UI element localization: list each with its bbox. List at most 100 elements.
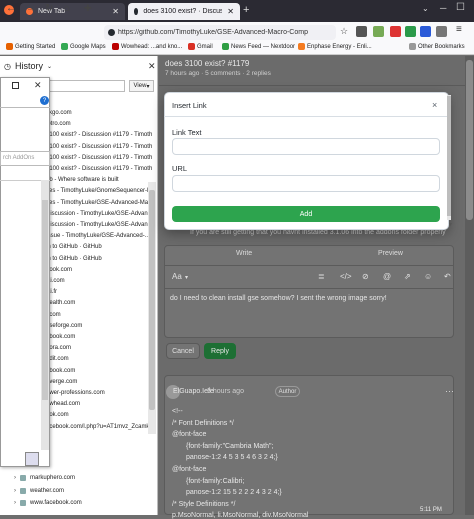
tab-preview[interactable]: Preview: [378, 250, 403, 257]
maximize-window-icon[interactable]: ☐: [456, 2, 465, 13]
new-tab-button[interactable]: +: [243, 4, 249, 16]
bookmark-enphase[interactable]: Enphase Energy - Enli...: [298, 43, 372, 50]
history-item[interactable]: 3100 exist? - Discussion #1179 - Timoth: [46, 132, 152, 138]
back-icon[interactable]: ←: [6, 3, 16, 14]
reference-icon[interactable]: ⇗: [404, 272, 411, 281]
history-item[interactable]: Issue - TimothyLuke/GSE-Advanced-...: [46, 233, 150, 239]
bookmark-star-icon[interactable]: ☆: [340, 26, 348, 37]
scroll-down-arrow-icon[interactable]: ▼: [448, 222, 453, 228]
undo-icon[interactable]: ↶: [444, 272, 451, 281]
history-folder-item[interactable]: › www.facebook.com: [14, 500, 82, 506]
download-icon[interactable]: [373, 26, 384, 37]
code-line: p.MsoNormal, li.MsoNormal, div.MsoNormal: [172, 512, 309, 519]
document-icon[interactable]: [25, 452, 39, 466]
page-scrollbar-thumb[interactable]: [466, 60, 473, 220]
close-sidebar-icon[interactable]: ✕: [148, 61, 156, 72]
history-item[interactable]: in to GitHub · GitHub: [46, 256, 102, 262]
firefox-bookmark-icon: [6, 43, 13, 50]
tab-discussion[interactable]: does 3100 exist? · Discussion #1179 · ..…: [128, 3, 240, 20]
history-item[interactable]: ebook.com: [46, 368, 75, 374]
extension-icon[interactable]: ✚: [84, 3, 92, 14]
bookmark-other[interactable]: Other Bookmarks: [409, 43, 465, 50]
more-options-icon[interactable]: ···: [445, 386, 454, 396]
code-line: {font-family:"Cambria Math";: [186, 442, 274, 450]
close-tab-icon[interactable]: ✕: [112, 7, 119, 16]
maximize-icon[interactable]: [12, 82, 19, 89]
reply-button[interactable]: Reply: [204, 343, 236, 359]
history-item[interactable]: ses - TimothyLuke/GSE-Advanced-Mac: [46, 200, 151, 206]
list-all-tabs-icon[interactable]: ⌄: [422, 4, 429, 13]
reload-icon[interactable]: ↻: [45, 3, 53, 14]
dialog-title: Insert Link: [172, 101, 207, 110]
sidebar-scrollbar-thumb[interactable]: [149, 190, 155, 410]
reply-textarea[interactable]: do I need to clean install gse somehow? …: [170, 295, 387, 302]
author-badge: Author: [275, 386, 300, 397]
chevron-right-icon[interactable]: ›: [14, 488, 16, 494]
text-size-icon[interactable]: Aa: [172, 272, 182, 281]
history-folder-item[interactable]: › weather.com: [14, 487, 64, 494]
url-text: https://github.com/TimothyLuke/GSE-Advan…: [118, 29, 308, 36]
dropdown-caret-icon[interactable]: ▾: [185, 274, 188, 281]
code-icon[interactable]: </>: [340, 272, 352, 281]
extensions-puzzle-icon[interactable]: [436, 26, 447, 37]
cancel-button[interactable]: Cancel: [166, 343, 200, 359]
bookmark-google-maps[interactable]: Google Maps: [61, 43, 106, 50]
view-label: View: [133, 83, 147, 89]
taskbar-clock: 5:11 PM: [420, 507, 442, 513]
history-item[interactable]: Discussion - TimothyLuke/GSE-Advanc: [46, 222, 151, 228]
address-bar[interactable]: https://github.com/TimothyLuke/GSE-Advan…: [104, 25, 336, 40]
forward-icon[interactable]: →: [26, 3, 36, 14]
history-item[interactable]: 3100 exist? - Discussion #1179 - Timoth: [46, 144, 152, 150]
pocket-icon[interactable]: [356, 26, 367, 37]
addons-search-input[interactable]: rch AddOns: [0, 151, 50, 166]
bookmark-gmail[interactable]: Gmail: [188, 43, 213, 50]
sidebar-header[interactable]: ◷ History ⌄: [0, 56, 158, 76]
dialog-scrollbar-thumb[interactable]: [447, 96, 451, 216]
bookmark-nextdoor[interactable]: News Feed — Nextdoor: [222, 43, 295, 50]
menu-icon[interactable]: ≡: [456, 24, 462, 35]
history-item[interactable]: 3100 exist? - Discussion #1179 - Timoth: [46, 155, 152, 161]
history-item[interactable]: owhead.com: [46, 401, 80, 407]
history-item[interactable]: ebook.com: [46, 334, 75, 340]
saved-reply-icon[interactable]: ☺: [424, 272, 432, 281]
history-item[interactable]: useforge.com: [46, 323, 82, 329]
tab-write[interactable]: Write: [236, 250, 252, 257]
history-item[interactable]: ses - TimothyLuke/GnomeSequencer-E: [46, 188, 151, 194]
code-line: panose-1:2 15 5 2 2 2 4 3 2 4;}: [186, 489, 282, 497]
home-icon[interactable]: ⌂: [64, 3, 70, 14]
history-item[interactable]: ub - Where software is built: [46, 177, 119, 183]
add-button[interactable]: Add: [172, 206, 440, 222]
history-item[interactable]: Discussion - TimothyLuke/GSE-Advanc: [46, 211, 151, 217]
history-item[interactable]: everge.com: [46, 379, 77, 385]
addon-green-icon[interactable]: [405, 26, 416, 37]
history-item[interactable]: acebook.com/l.php?u=AT1mvz_Zcamk0: [46, 424, 153, 430]
mini-scrollbar-thumb[interactable]: [42, 200, 48, 400]
view-button[interactable]: View ▾: [129, 80, 154, 92]
history-item[interactable]: health.com: [46, 300, 75, 306]
link-text-input[interactable]: [172, 138, 440, 155]
url-input[interactable]: [172, 175, 440, 192]
history-folder-item[interactable]: › markuphero.com: [14, 475, 75, 481]
addon-blue-icon[interactable]: [420, 26, 431, 37]
minimize-window-icon[interactable]: ─: [440, 3, 446, 13]
chevron-right-icon[interactable]: ›: [14, 500, 16, 506]
heading-icon[interactable]: ≣: [318, 272, 325, 281]
link-icon[interactable]: ⊘: [362, 272, 369, 281]
bookmark-label: Other Bookmarks: [418, 43, 465, 50]
help-icon[interactable]: ?: [40, 96, 49, 105]
github-site-icon: [108, 29, 115, 36]
code-line: panose-1:2 4 5 3 5 4 6 3 2 4;}: [186, 454, 278, 462]
addon-red-icon[interactable]: [390, 26, 401, 37]
tab-label: does 3100 exist? · Discussion #1179 · ..…: [143, 8, 223, 15]
mention-icon[interactable]: @: [383, 272, 391, 281]
close-tab-icon[interactable]: ✕: [227, 7, 234, 16]
chevron-right-icon[interactable]: ›: [14, 475, 16, 481]
close-dialog-icon[interactable]: ×: [432, 100, 437, 110]
close-icon[interactable]: ✕: [34, 80, 42, 91]
comment-time[interactable]: 3 hours ago: [207, 388, 244, 395]
history-item[interactable]: 3100 exist? - Discussion #1179 - Timoth: [46, 166, 152, 172]
bookmark-wowhead[interactable]: Wowhead: ...and kno...: [112, 43, 182, 50]
history-item[interactable]: in to GitHub · GitHub: [46, 244, 102, 250]
bookmark-getting-started[interactable]: Getting Started: [6, 43, 55, 50]
history-item[interactable]: ewer-professions.com: [46, 390, 105, 396]
